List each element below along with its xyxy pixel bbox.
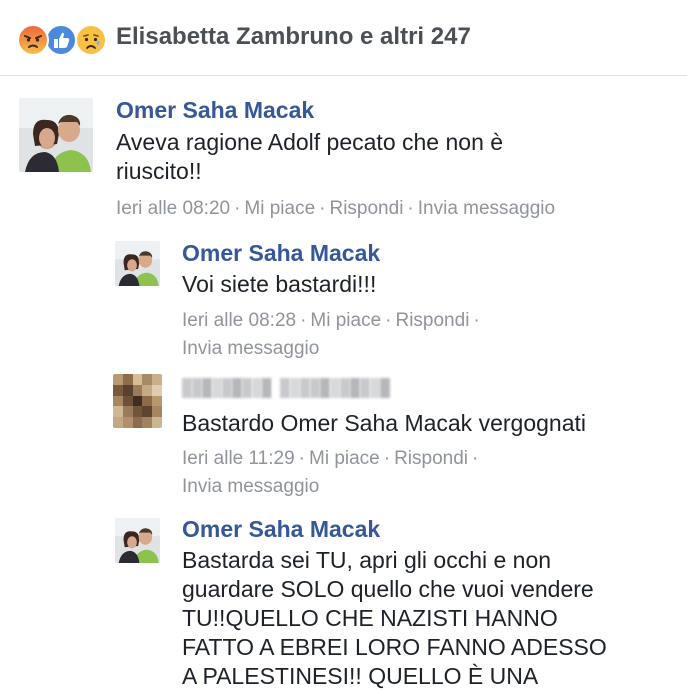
- comment-text: Aveva ragione Adolf pecato che non è riu…: [116, 128, 503, 186]
- separator-dot: ·: [383, 448, 391, 469]
- blurred-author-name[interactable]: [182, 378, 390, 398]
- reply-link[interactable]: Rispondi: [394, 448, 468, 469]
- reactions-people-text[interactable]: Elisabetta Zambruno e altri 247: [116, 23, 471, 51]
- reply-link[interactable]: Rispondi: [395, 310, 469, 331]
- comment-meta: Ieri alle 11:29 · Mi piace · Rispondi · Invia…: [182, 445, 482, 501]
- comment-text: Bastardo Omer Saha Macak vergognati: [182, 409, 586, 438]
- comment-text: Bastarda sei TU, apri gli occhi e non gu…: [182, 546, 607, 691]
- comment-text-line: guardare SOLO quello che vuoi vendere: [182, 576, 594, 602]
- comment-text-line: Bastardo Omer Saha Macak vergognati: [182, 410, 586, 436]
- reply-link[interactable]: Rispondi: [329, 198, 403, 219]
- comment-text-line: FATTO A EBREI LORO FANNO ADESSO: [182, 634, 607, 660]
- separator-dot: ·: [472, 448, 479, 469]
- comment-text-line: TU!!QUELLO CHE NAZISTI HANNO: [182, 605, 558, 631]
- send-message-link[interactable]: Invia messaggio: [182, 338, 319, 359]
- comment-author[interactable]: Omer Saha Macak: [116, 97, 314, 124]
- separator-dot: ·: [385, 310, 392, 331]
- comment-timestamp[interactable]: Ieri alle 11:29: [182, 448, 295, 469]
- comment-text: Voi siete bastardi!!!: [182, 270, 376, 299]
- send-message-link[interactable]: Invia messaggio: [418, 198, 555, 219]
- comment-timestamp[interactable]: Ieri alle 08:20: [116, 198, 230, 219]
- comment-text-line: riuscito!!: [116, 158, 202, 184]
- separator-dot: ·: [234, 198, 241, 219]
- separator-dot: ·: [473, 310, 480, 331]
- sad-reaction-icon: [75, 24, 107, 56]
- reactions-summary[interactable]: Elisabetta Zambruno e altri 247: [0, 0, 687, 76]
- like-link[interactable]: Mi piace: [310, 310, 381, 331]
- comment-timestamp[interactable]: Ieri alle 08:28: [182, 310, 296, 331]
- avatar[interactable]: [115, 518, 160, 563]
- comment-author[interactable]: Omer Saha Macak: [182, 240, 380, 267]
- separator-dot: ·: [298, 448, 305, 469]
- avatar[interactable]: [19, 98, 93, 172]
- pixelated-image: [113, 374, 162, 428]
- separator-dot: ·: [407, 198, 414, 219]
- angry-reaction-icon: [17, 24, 49, 56]
- comment-author[interactable]: Omer Saha Macak: [182, 516, 380, 543]
- comment-text-line: Aveva ragione Adolf pecato che non è: [116, 129, 504, 155]
- comment-text-line: Bastarda sei TU, apri gli occhi e non: [182, 547, 552, 573]
- reaction-icons[interactable]: [17, 24, 109, 56]
- send-message-link[interactable]: Invia messaggio: [182, 476, 319, 497]
- like-link[interactable]: Mi piace: [309, 448, 380, 469]
- like-link[interactable]: Mi piace: [244, 198, 315, 219]
- like-reaction-icon: [45, 24, 77, 56]
- separator-dot: ·: [319, 198, 326, 219]
- comment-text-line: A PALESTINESI!! QUELLO È UNA: [182, 663, 539, 689]
- comment-meta: Ieri alle 08:20 · Mi piace · Rispondi · Invia …: [116, 195, 555, 223]
- avatar[interactable]: [115, 241, 160, 286]
- avatar-pixelated[interactable]: [113, 374, 162, 428]
- comment-text-line: Voi siete bastardi!!!: [182, 271, 377, 297]
- separator-dot: ·: [300, 310, 307, 331]
- comment-meta: Ieri alle 08:28 · Mi piace · Rispondi · Invia…: [182, 307, 484, 363]
